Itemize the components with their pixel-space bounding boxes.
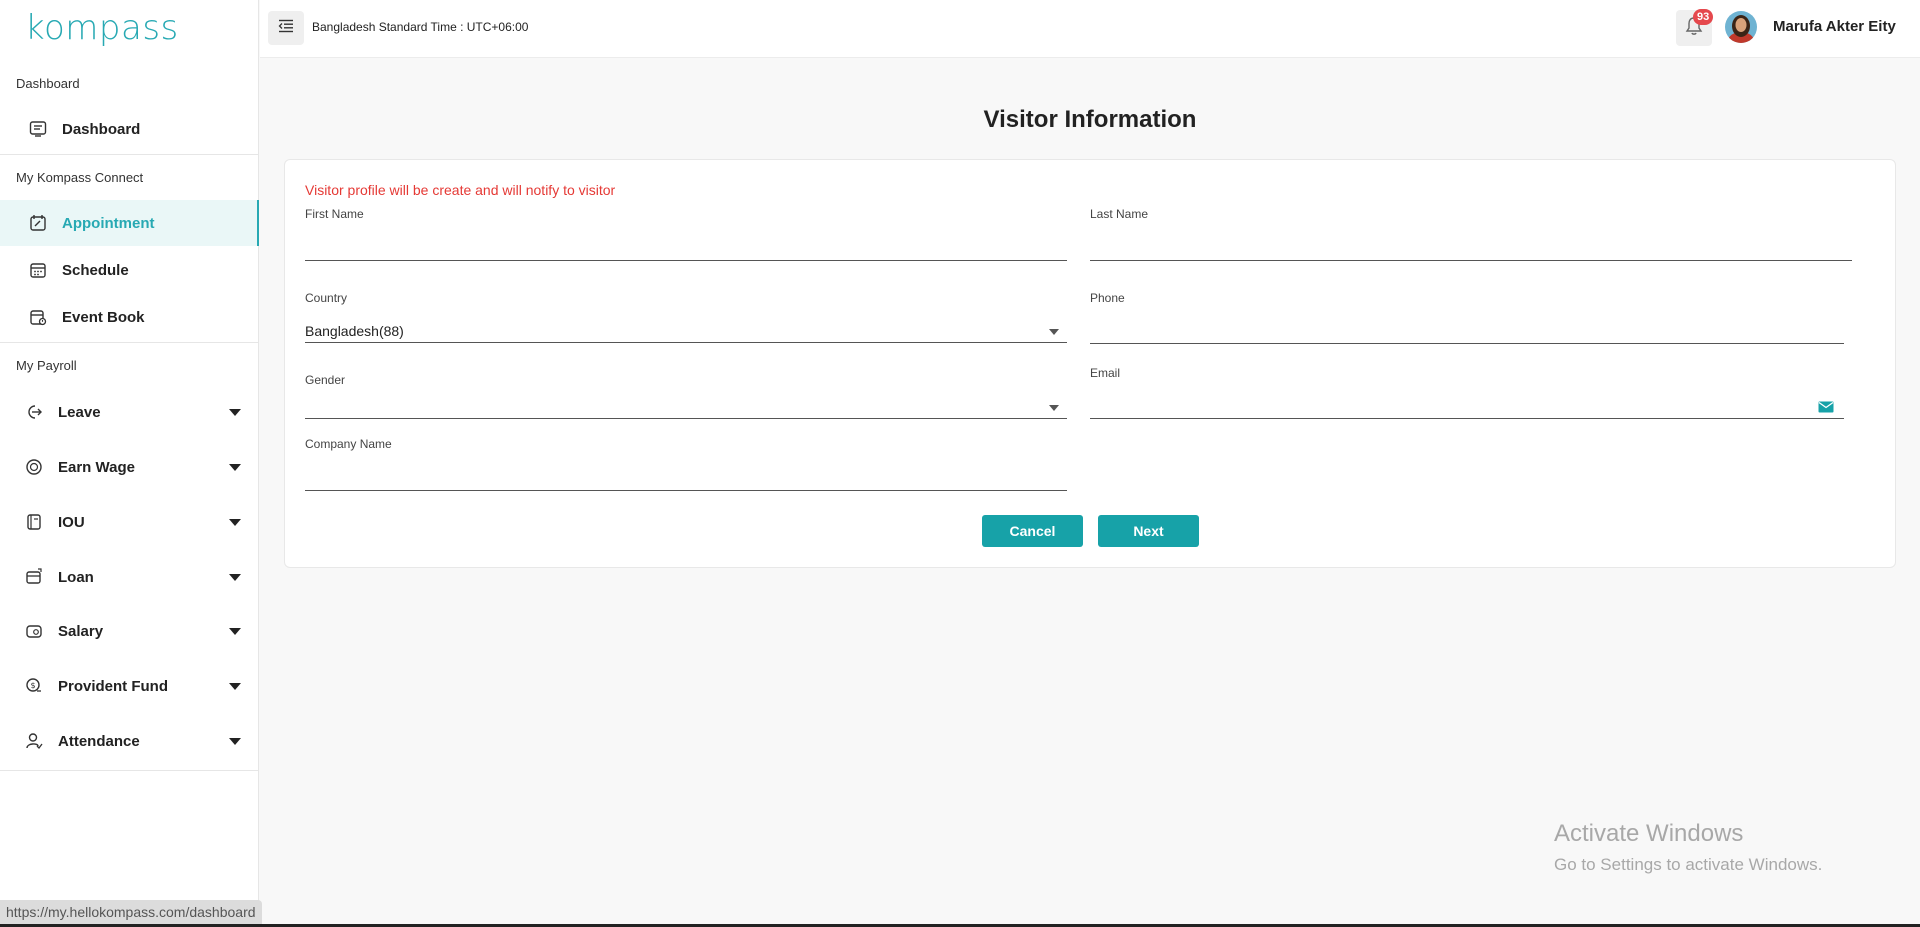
sidebar-item-label: Dashboard [62,120,141,138]
sidebar-item-schedule[interactable]: Schedule [0,247,259,293]
event-calendar-icon [28,307,48,327]
chevron-down-icon[interactable] [229,464,241,471]
visitor-form-card: Visitor profile will be create and will … [284,159,1896,568]
menu-toggle-button[interactable] [268,11,304,45]
salary-icon [24,621,44,641]
notice-message: Visitor profile will be create and will … [305,182,616,198]
sidebar-item-label: Schedule [62,261,129,279]
email-label: Email [1090,366,1121,380]
first-name-field[interactable] [305,237,1067,261]
sidebar-item-event-book[interactable]: Event Book [0,294,259,340]
next-button[interactable]: Next [1098,515,1199,547]
sidebar-item-iou[interactable]: IOU [0,499,259,545]
last-name-label: Last Name [1090,207,1149,221]
gender-select[interactable] [305,395,1067,419]
cancel-button[interactable]: Cancel [982,515,1083,547]
chevron-down-icon[interactable] [229,683,241,690]
leave-icon [24,402,44,422]
country-select[interactable]: Bangladesh(88) [305,319,1067,343]
email-field[interactable] [1090,395,1844,419]
phone-label: Phone [1090,291,1125,305]
sidebar-item-dashboard[interactable]: Dashboard [0,106,259,152]
provident-fund-icon: $ [24,676,44,696]
section-title-dashboard: Dashboard [16,76,80,91]
calendar-icon [28,260,48,280]
status-bar-url: https://my.hellokompass.com/dashboard [0,900,262,924]
sidebar-item-appointment[interactable]: Appointment [0,200,259,246]
sidebar-item-loan[interactable]: Loan [0,554,259,600]
menu-collapse-icon [278,19,294,38]
chevron-down-icon[interactable] [229,409,241,416]
attendance-icon [24,731,44,751]
dashboard-icon [28,119,48,139]
loan-icon [24,567,44,587]
sidebar-item-label: Event Book [62,308,145,326]
sidebar-item-label: Salary [58,622,104,640]
email-input[interactable] [1090,395,1844,418]
sidebar-item-leave[interactable]: Leave [0,389,259,435]
last-name-input[interactable] [1090,237,1852,260]
sidebar-item-salary[interactable]: Salary [0,608,259,654]
kompass-logo[interactable]: kompass [25,8,179,48]
svg-text:$: $ [30,681,35,690]
email-icon [1818,400,1834,416]
company-name-input[interactable] [305,467,1067,490]
chevron-down-icon [1049,329,1059,335]
sidebar-item-label: Loan [58,568,94,586]
windows-activation-subtitle: Go to Settings to activate Windows. [1554,855,1823,874]
country-selected-value: Bangladesh(88) [305,322,404,339]
sidebar-item-label: Attendance [58,732,140,750]
user-name[interactable]: Marufa Akter Eity [1773,18,1896,35]
sidebar-divider [0,342,259,343]
avatar[interactable] [1725,11,1757,43]
sidebar-divider [0,770,259,771]
section-title-payroll: My Payroll [16,358,77,373]
notification-count-badge: 93 [1693,9,1714,25]
sidebar-divider [0,154,259,155]
sidebar-item-label: Earn Wage [58,458,135,476]
sidebar-item-attendance[interactable]: Attendance [0,718,259,764]
earn-wage-icon [24,457,44,477]
chevron-down-icon[interactable] [229,738,241,745]
first-name-label: First Name [305,207,364,221]
sidebar-item-label: Provident Fund [58,677,168,695]
sidebar-item-earn-wage[interactable]: Earn Wage [0,444,259,490]
timezone-text: Bangladesh Standard Time : UTC+06:00 [312,20,529,34]
last-name-field[interactable] [1090,237,1852,261]
section-title-connect: My Kompass Connect [16,170,144,185]
phone-field[interactable] [1090,320,1844,344]
iou-icon [24,512,44,532]
windows-activation-title: Activate Windows [1554,820,1744,847]
first-name-input[interactable] [305,237,1067,260]
sidebar-item-label: IOU [58,513,85,531]
sidebar-item-label: Appointment [62,214,155,232]
chevron-down-icon[interactable] [229,519,241,526]
sidebar-item-provident-fund[interactable]: $ Provident Fund [0,663,259,709]
top-bar: Bangladesh Standard Time : UTC+06:00 93 … [260,0,1920,58]
company-name-label: Company Name [305,437,392,451]
sidebar-item-label: Leave [58,403,101,421]
phone-input[interactable] [1090,320,1844,343]
page-title: Visitor Information [983,106,1197,133]
company-name-field[interactable] [305,467,1067,491]
country-label: Country [305,291,348,305]
sidebar: kompass Dashboard Dashboard My Kompass C… [0,0,259,927]
gender-label: Gender [305,373,346,387]
chevron-down-icon[interactable] [229,628,241,635]
chevron-down-icon [1049,405,1059,411]
chevron-down-icon[interactable] [229,574,241,581]
appointment-icon [28,213,48,233]
